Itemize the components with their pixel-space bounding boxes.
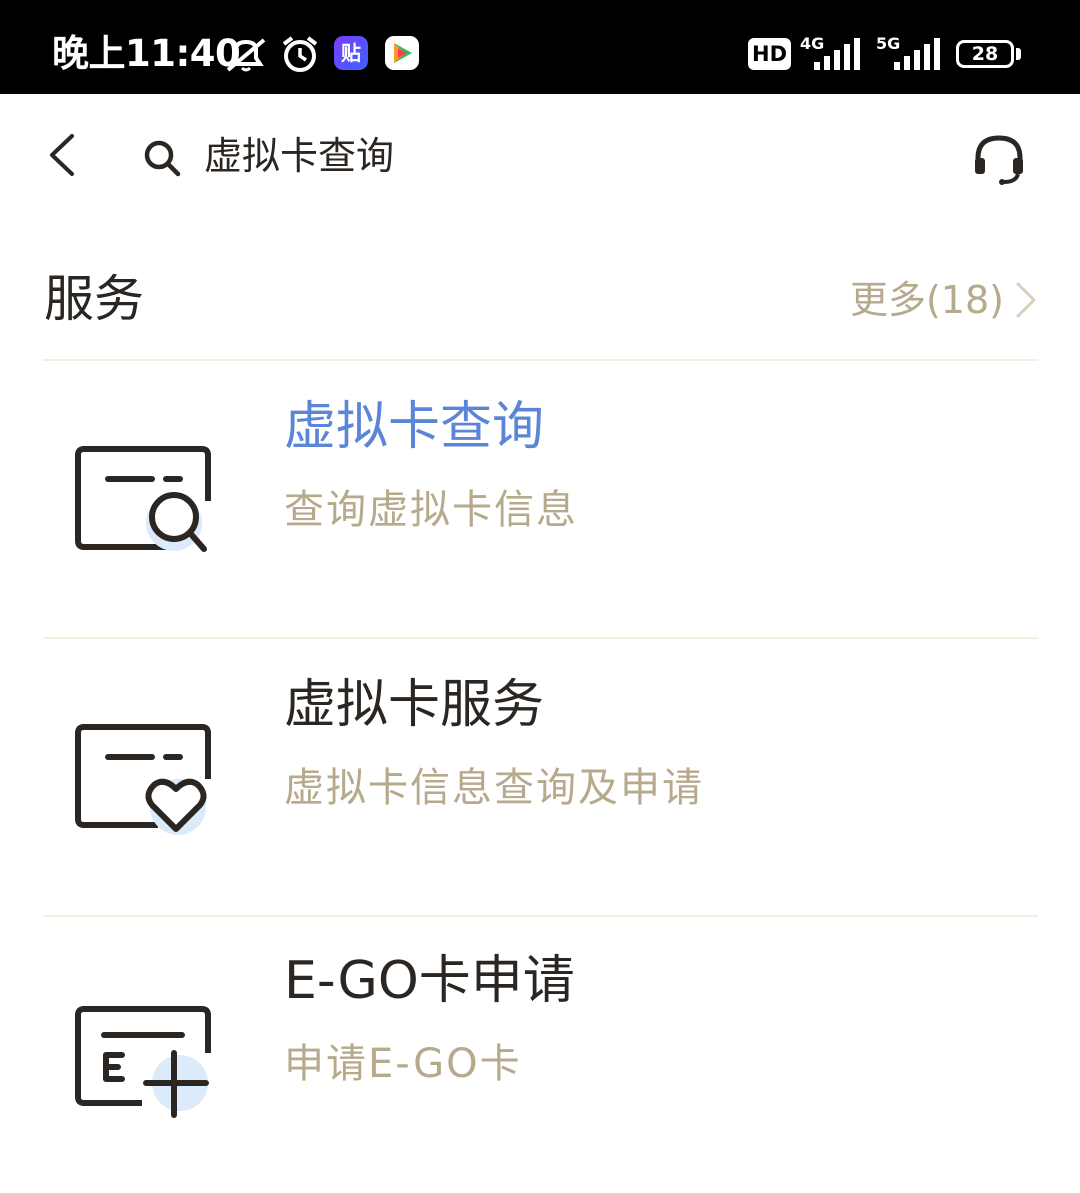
customer-service-icon[interactable] [970, 130, 1028, 188]
card-add-icon [75, 1006, 211, 1118]
service-item-virtual-card-service[interactable]: 虚拟卡服务 虚拟卡信息查询及申请 [0, 639, 1080, 915]
signal-4g-icon [814, 38, 860, 70]
tie-app-icon: 贴 [334, 36, 368, 70]
status-time: 晚上11:40 [52, 32, 241, 75]
alarm-icon [282, 36, 318, 72]
more-label: 更多(18) [849, 278, 1004, 322]
item-description: 申请E-GO卡 [284, 1041, 522, 1087]
signal-5g-icon [894, 38, 940, 70]
more-services-link[interactable]: 更多(18) [850, 274, 1038, 326]
search-input[interactable]: 虚拟卡查询 [204, 130, 394, 182]
card-search-icon [75, 446, 211, 552]
item-title: E-GO卡申请 [284, 951, 575, 1011]
item-description: 虚拟卡信息查询及申请 [284, 765, 704, 811]
item-title: 虚拟卡查询 [284, 397, 545, 457]
item-title: 虚拟卡服务 [284, 675, 545, 735]
service-item-ego-card-apply[interactable]: E-GO卡申请 申请E-GO卡 [0, 917, 1080, 1193]
battery-tip [1016, 48, 1021, 60]
back-icon[interactable] [42, 132, 88, 178]
search-header: 虚拟卡查询 [0, 94, 1080, 224]
card-heart-icon [75, 724, 211, 835]
item-description: 查询虚拟卡信息 [284, 487, 578, 533]
battery-indicator: 28 [956, 40, 1014, 68]
chevron-right-icon [1016, 282, 1037, 318]
hd-voice-badge: HD [748, 38, 792, 70]
section-title: 服务 [44, 270, 144, 328]
service-item-virtual-card-query[interactable]: 虚拟卡查询 查询虚拟卡信息 [0, 361, 1080, 637]
app-store-icon [385, 36, 419, 70]
status-bar: 晚上11:40 贴 HD 4G 5G 28 [0, 0, 1080, 94]
mute-icon [226, 38, 266, 72]
search-icon [144, 140, 181, 177]
